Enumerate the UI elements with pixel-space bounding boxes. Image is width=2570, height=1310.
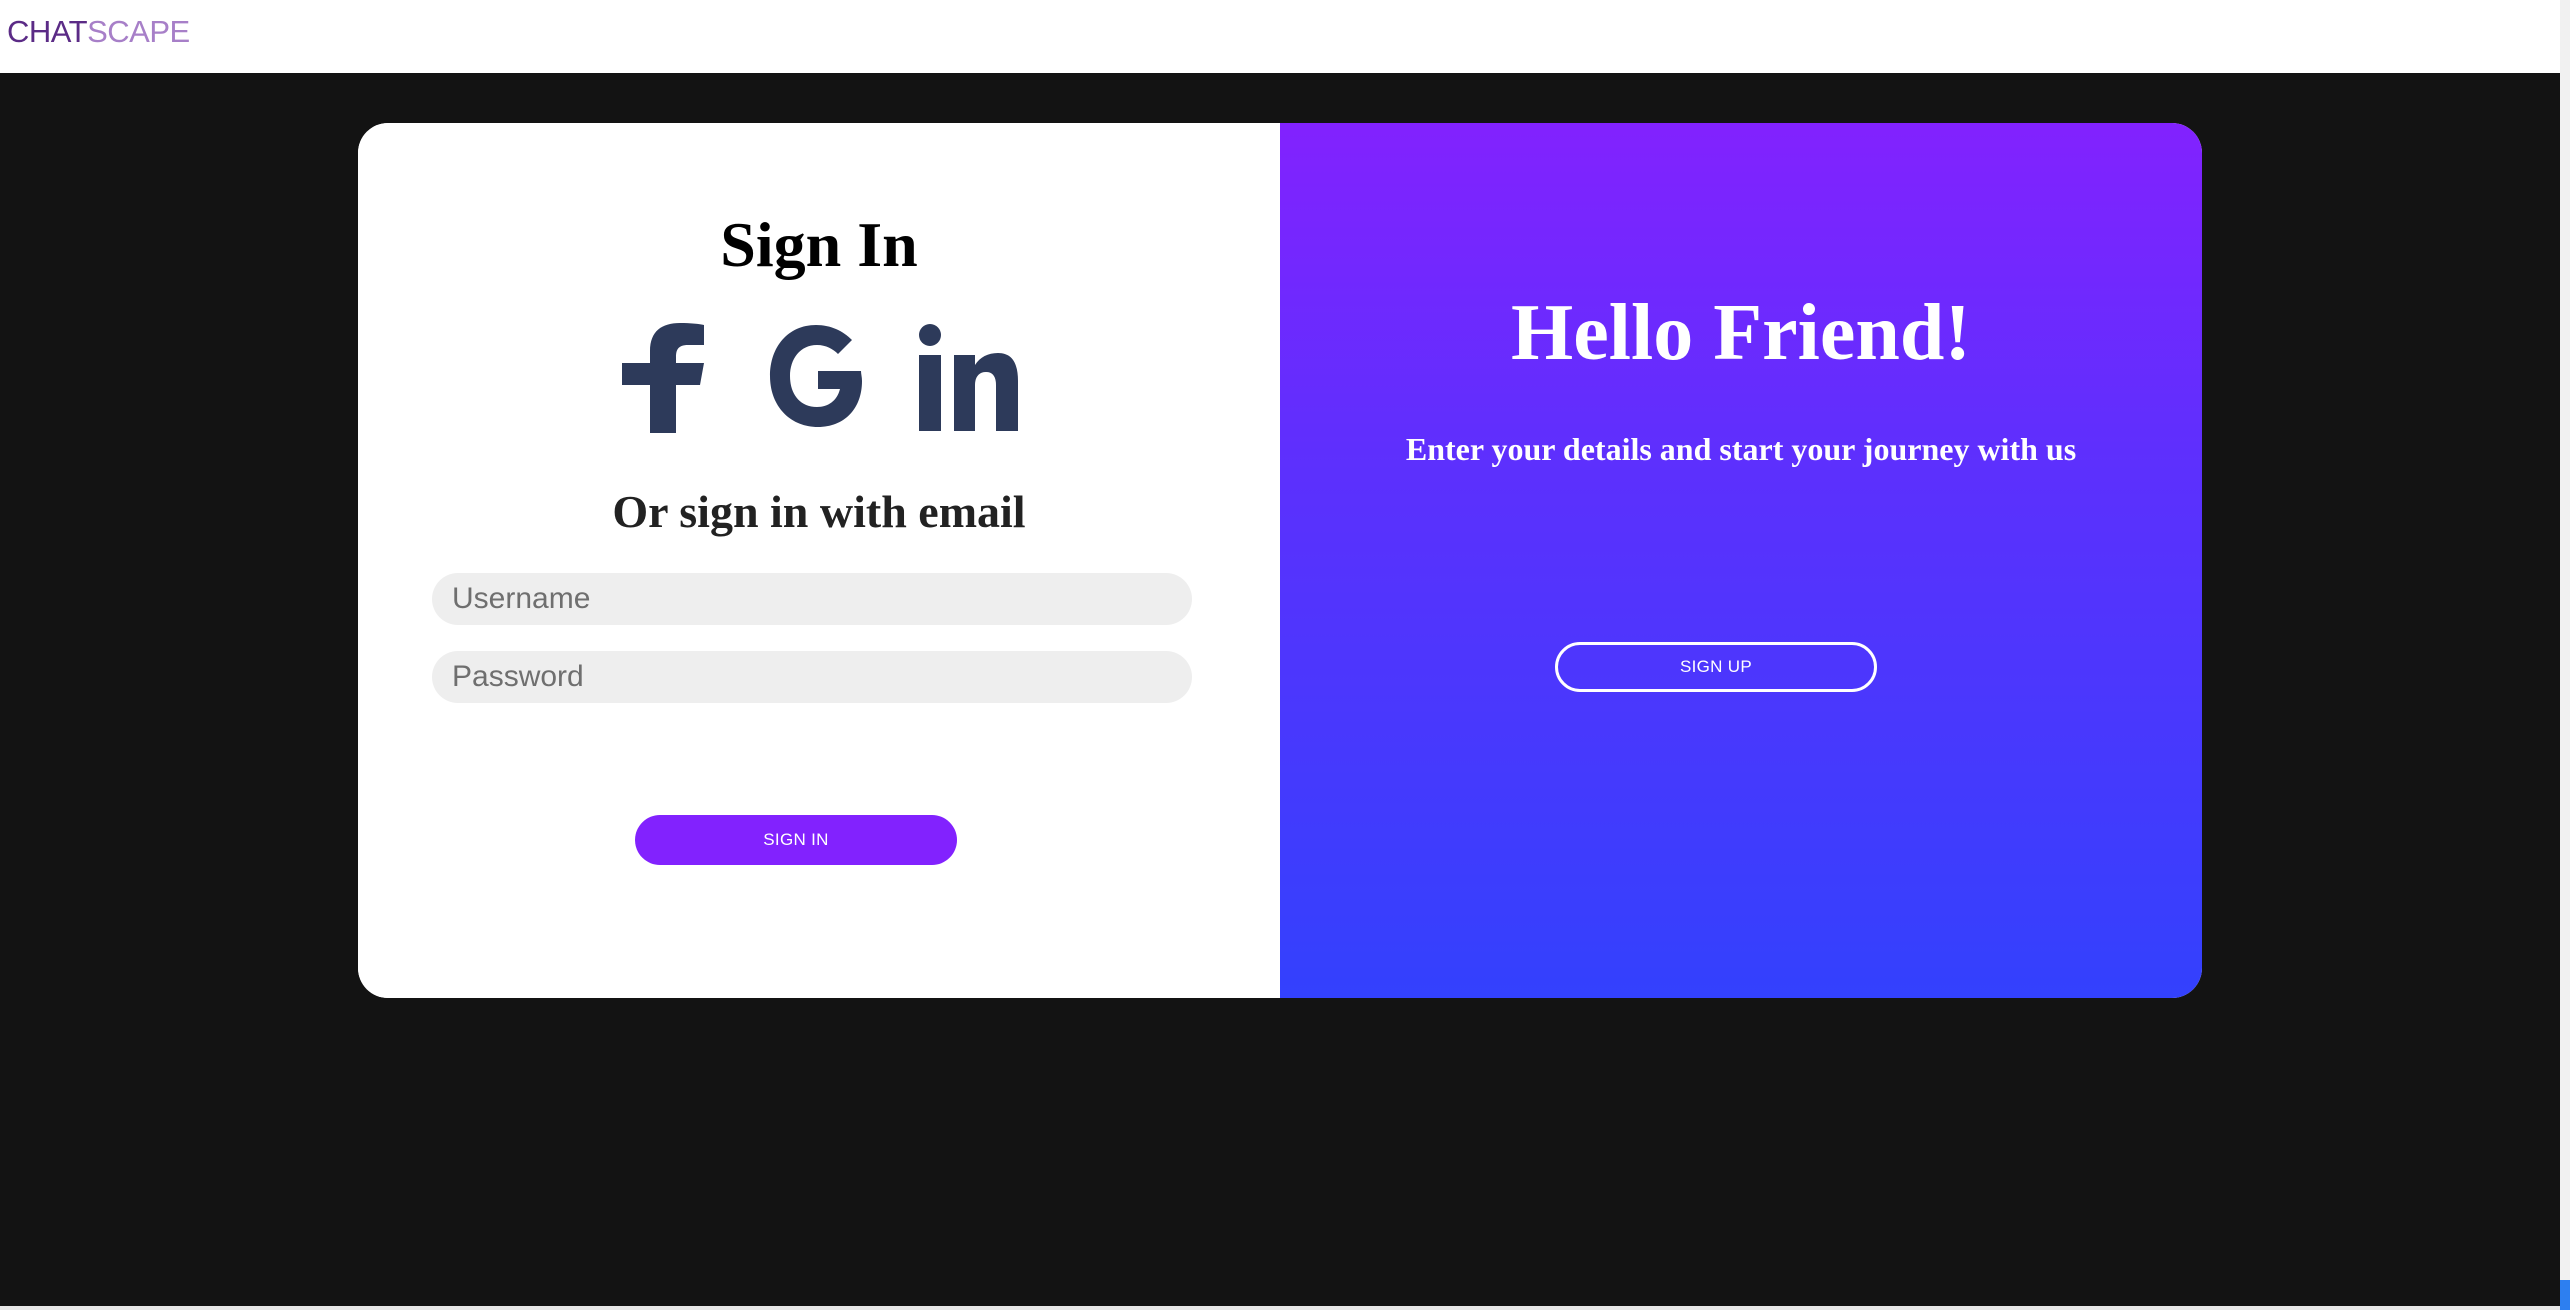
sign-in-panel: Sign In Or sign in with email Username S… [358, 123, 1280, 998]
facebook-login-button[interactable] [620, 323, 716, 433]
linkedin-login-button[interactable] [916, 323, 1020, 433]
sign-in-title: Sign In [720, 209, 918, 280]
password-input[interactable] [432, 651, 1192, 703]
vertical-scrollbar[interactable] [2560, 0, 2570, 1310]
logo-text-chat: CHAT [7, 14, 88, 49]
chatscape-logo[interactable]: CHATSCAPE [7, 15, 190, 48]
sign-up-panel: Hello Friend! Enter your details and sta… [1280, 123, 2202, 998]
page: CHATSCAPE Sign In Or sign in with email … [0, 0, 2570, 1310]
username-input[interactable] [432, 573, 1192, 625]
linkedin-icon [919, 324, 1018, 431]
sign-up-button[interactable]: SIGN UP [1555, 642, 1877, 692]
google-login-button[interactable] [768, 323, 864, 433]
logo-text-scape: SCAPE [87, 14, 190, 49]
scrollbar-corner [2560, 1280, 2570, 1310]
email-signin-heading: Or sign in with email [612, 486, 1026, 537]
google-icon [770, 325, 862, 427]
social-login-group [620, 323, 1020, 433]
top-navbar: CHATSCAPE [0, 0, 2560, 73]
window-bottom-edge [0, 1306, 2560, 1310]
sign-up-subtitle: Enter your details and start your journe… [1405, 431, 2077, 467]
hello-friend-title: Hello Friend! [1511, 289, 1971, 377]
sign-in-button[interactable]: SIGN IN [635, 815, 957, 865]
auth-card: Sign In Or sign in with email Username S… [358, 123, 2202, 998]
facebook-icon [622, 323, 704, 433]
